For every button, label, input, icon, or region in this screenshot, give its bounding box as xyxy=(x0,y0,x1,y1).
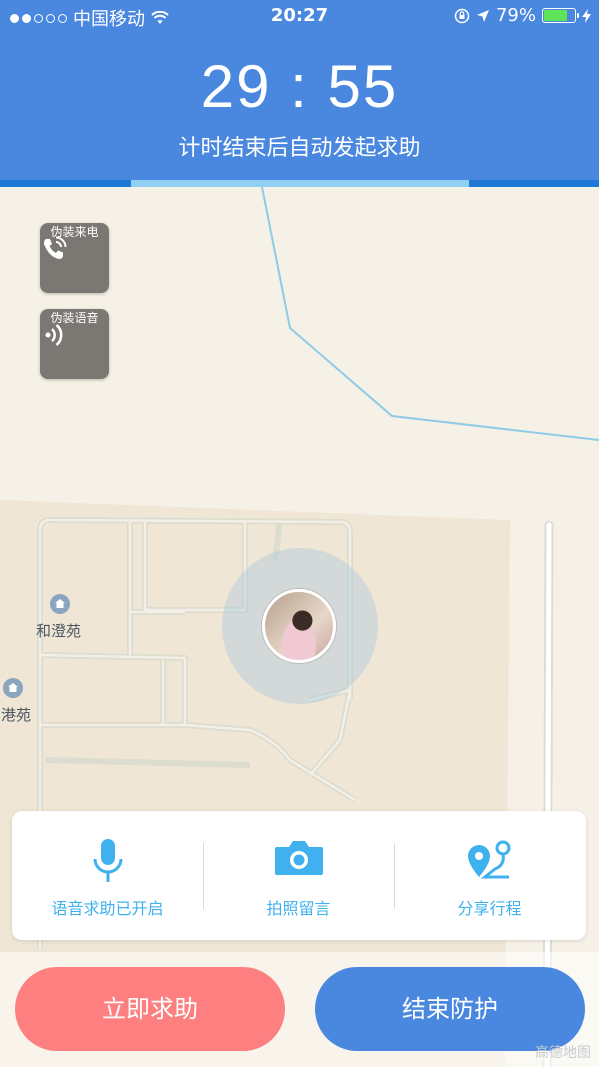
end-protection-button[interactable]: 结束防护 xyxy=(315,967,585,1051)
charging-bolt-icon xyxy=(582,8,591,23)
photo-message-action[interactable]: 拍照留言 xyxy=(203,811,394,940)
countdown-timer: 29 : 55 xyxy=(200,53,399,120)
fake-voice-button[interactable]: 伪装语音 xyxy=(40,309,109,379)
poi-label: 和澄苑 xyxy=(36,622,82,640)
battery-icon xyxy=(542,8,579,23)
voice-wave-icon xyxy=(45,324,63,346)
map-watermark: 高德地图 xyxy=(535,1045,591,1061)
voice-help-action[interactable]: 语音求助已开启 xyxy=(12,811,203,940)
battery-percent: 79% xyxy=(495,5,536,26)
user-avatar[interactable] xyxy=(262,589,336,663)
share-trip-label: 分享行程 xyxy=(457,899,522,918)
phone-ring-icon xyxy=(44,236,67,259)
share-trip-action[interactable]: 分享行程 xyxy=(394,811,585,940)
poi-home-icon xyxy=(50,594,70,614)
fake-call-button[interactable]: 伪装来电 xyxy=(40,223,109,293)
location-arrow-icon xyxy=(476,9,489,22)
poi-home-icon xyxy=(3,678,23,698)
rotation-lock-icon xyxy=(454,8,470,23)
status-bar: 中国移动 20:27 79% xyxy=(0,0,599,34)
route-share-icon xyxy=(467,840,510,879)
countdown-progress-fill xyxy=(131,180,469,187)
action-panel: 语音求助已开启 拍照留言 分享行程 xyxy=(12,811,586,940)
header: 中国移动 20:27 79% 29 : 55 计时结束后自动发起求助 xyxy=(0,0,599,187)
voice-help-label: 语音求助已开启 xyxy=(51,899,164,918)
microphone-icon xyxy=(93,839,122,882)
poi-label: 润港苑 xyxy=(0,706,32,724)
countdown-progress-track xyxy=(0,180,599,187)
photo-message-label: 拍照留言 xyxy=(266,899,331,918)
timer-subtitle: 计时结束后自动发起求助 xyxy=(178,136,421,161)
help-now-button[interactable]: 立即求助 xyxy=(15,967,285,1051)
camera-icon xyxy=(274,841,323,875)
